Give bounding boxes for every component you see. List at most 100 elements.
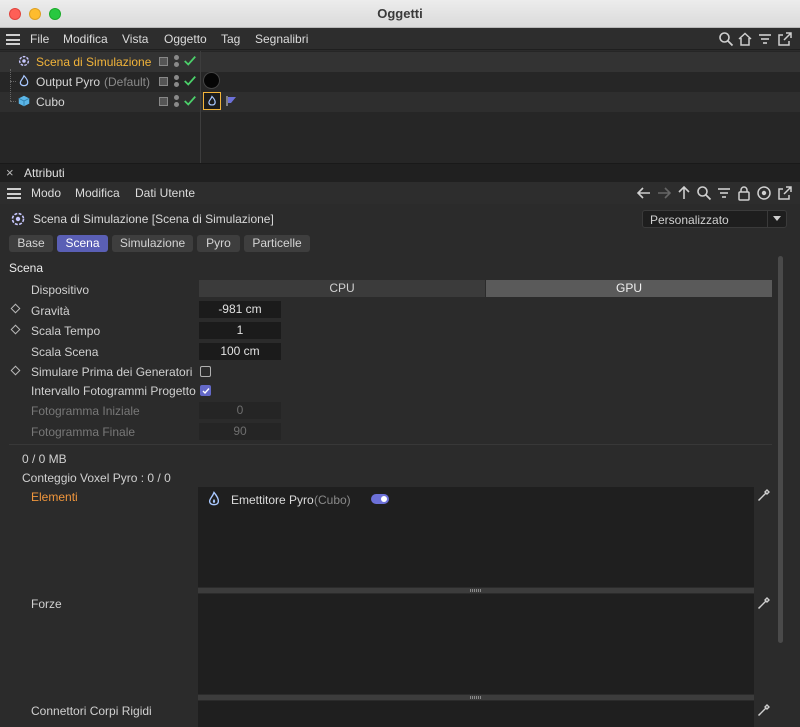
object-title: Scena di Simulazione [Scena di Simulazio… <box>33 212 274 226</box>
menu-oggetto[interactable]: Oggetto <box>164 32 207 46</box>
enabled-check-icon[interactable] <box>183 94 197 108</box>
object-name: Output Pyro <box>36 75 101 89</box>
title-bar: Oggetti <box>0 0 800 28</box>
tab-simulazione[interactable]: Simulazione <box>112 235 193 252</box>
search-icon[interactable] <box>696 185 712 201</box>
scala-tempo-label: Scala Tempo <box>31 324 101 338</box>
editor-visibility-dot[interactable] <box>174 75 179 80</box>
simulare-label: Simulare Prima dei Generatori <box>31 365 193 379</box>
lock-icon[interactable] <box>736 185 752 201</box>
gpu-option[interactable]: GPU <box>486 280 772 297</box>
eyedropper-icon[interactable] <box>757 703 771 717</box>
attributes-title: Attributi <box>24 166 65 180</box>
up-arrow-icon[interactable] <box>676 185 692 201</box>
layer-box-icon[interactable] <box>159 77 168 86</box>
object-name: Scena di Simulazione <box>36 55 152 69</box>
menu-vista[interactable]: Vista <box>122 32 148 46</box>
render-visibility-dot[interactable] <box>174 102 179 107</box>
elementi-list[interactable]: Emettitore Pyro (Cubo) <box>198 487 754 587</box>
tab-base[interactable]: Base <box>9 235 53 252</box>
tab-particelle[interactable]: Particelle <box>244 235 310 252</box>
new-window-icon[interactable] <box>777 31 793 47</box>
tab-pyro[interactable]: Pyro <box>197 235 240 252</box>
menu-file[interactable]: File <box>30 32 49 46</box>
object-suffix: (Default) <box>104 75 151 89</box>
pyro-flame-icon <box>208 491 220 506</box>
new-window-icon[interactable] <box>777 185 793 201</box>
fotogramma-finale-field: 90 <box>199 423 281 440</box>
eyedropper-icon[interactable] <box>757 596 771 610</box>
gravita-label: Gravità <box>31 304 70 318</box>
search-icon[interactable] <box>718 31 734 47</box>
hamburger-menu-icon[interactable] <box>6 34 20 45</box>
scala-scena-field[interactable]: 100 cm <box>199 343 281 360</box>
menu-tag[interactable]: Tag <box>221 32 240 46</box>
voxel-count: Conteggio Voxel Pyro : 0 / 0 <box>22 471 171 485</box>
list-item[interactable]: Emettitore Pyro <box>231 493 314 507</box>
hierarchy-line <box>10 81 16 82</box>
preset-value: Personalizzato <box>650 213 729 227</box>
filter-icon[interactable] <box>716 185 732 201</box>
object-row-output-pyro[interactable]: Output Pyro (Default) <box>0 72 800 92</box>
section-divider <box>9 444 772 445</box>
preset-dropdown[interactable]: Personalizzato <box>642 210 787 228</box>
enable-toggle[interactable] <box>371 494 389 504</box>
menu-dati-utente[interactable]: Dati Utente <box>135 186 195 200</box>
list-item-parent: (Cubo) <box>314 493 351 507</box>
keyframe-diamond-icon[interactable] <box>10 324 21 335</box>
scala-scena-label: Scala Scena <box>31 345 99 359</box>
editor-visibility-dot[interactable] <box>174 55 179 60</box>
intervallo-checkbox[interactable] <box>200 385 211 396</box>
attributes-header: × Attributi <box>0 164 800 182</box>
enabled-check-icon[interactable] <box>183 74 197 88</box>
fotogramma-iniziale-field: 0 <box>199 402 281 419</box>
intervallo-label: Intervallo Fotogrammi Progetto <box>31 384 196 398</box>
keyframe-diamond-icon[interactable] <box>10 365 21 376</box>
attributes-menubar: Modo Modifica Dati Utente <box>0 182 800 204</box>
home-icon[interactable] <box>737 31 753 47</box>
gravita-field[interactable]: -981 cm <box>199 301 281 318</box>
enabled-check-icon[interactable] <box>183 54 197 68</box>
connettori-label: Connettori Corpi Rigidi <box>31 704 152 718</box>
layer-box-icon[interactable] <box>159 97 168 106</box>
fotogramma-finale-label: Fotogramma Finale <box>31 425 136 439</box>
eyedropper-icon[interactable] <box>757 488 771 502</box>
menu-modifica[interactable]: Modifica <box>63 32 108 46</box>
menu-segnalibri[interactable]: Segnalibri <box>255 32 308 46</box>
render-visibility-dot[interactable] <box>174 82 179 87</box>
cpu-option[interactable]: CPU <box>199 280 485 297</box>
render-visibility-dot[interactable] <box>174 62 179 67</box>
tab-scena[interactable]: Scena <box>57 235 108 252</box>
objects-window: Oggetti File Modifica Vista Oggetto Tag … <box>0 0 800 727</box>
resize-grip[interactable] <box>198 588 754 593</box>
close-panel-icon[interactable]: × <box>6 165 14 180</box>
menu-modo[interactable]: Modo <box>31 186 61 200</box>
pyro-tag-icon[interactable] <box>203 92 221 110</box>
forward-arrow-icon[interactable] <box>656 185 672 201</box>
flag-tag-icon[interactable] <box>225 95 237 107</box>
tag-column-divider <box>200 51 201 163</box>
material-tag-icon[interactable] <box>203 72 220 89</box>
dropdown-divider <box>767 211 768 227</box>
objects-menubar: File Modifica Vista Oggetto Tag Segnalib… <box>0 28 800 50</box>
target-icon[interactable] <box>756 185 772 201</box>
hamburger-menu-icon[interactable] <box>7 188 21 199</box>
object-row-scena[interactable]: Scena di Simulazione <box>0 52 800 72</box>
menu-modifica[interactable]: Modifica <box>75 186 120 200</box>
filter-icon[interactable] <box>757 31 773 47</box>
layer-box-icon[interactable] <box>159 57 168 66</box>
attributes-scrollbar[interactable] <box>778 256 783 643</box>
fotogramma-iniziale-label: Fotogramma Iniziale <box>31 404 140 418</box>
section-heading: Scena <box>9 261 44 275</box>
editor-visibility-dot[interactable] <box>174 95 179 100</box>
scala-tempo-field[interactable]: 1 <box>199 322 281 339</box>
object-row-cubo[interactable]: Cubo <box>0 92 800 112</box>
simulation-scene-icon <box>18 55 30 67</box>
keyframe-diamond-icon[interactable] <box>10 303 21 314</box>
connettori-list[interactable] <box>198 701 754 727</box>
simulare-checkbox[interactable] <box>200 366 211 377</box>
resize-grip[interactable] <box>198 695 754 700</box>
chevron-down-icon <box>773 216 781 221</box>
forze-list[interactable] <box>198 594 754 694</box>
back-arrow-icon[interactable] <box>636 185 652 201</box>
